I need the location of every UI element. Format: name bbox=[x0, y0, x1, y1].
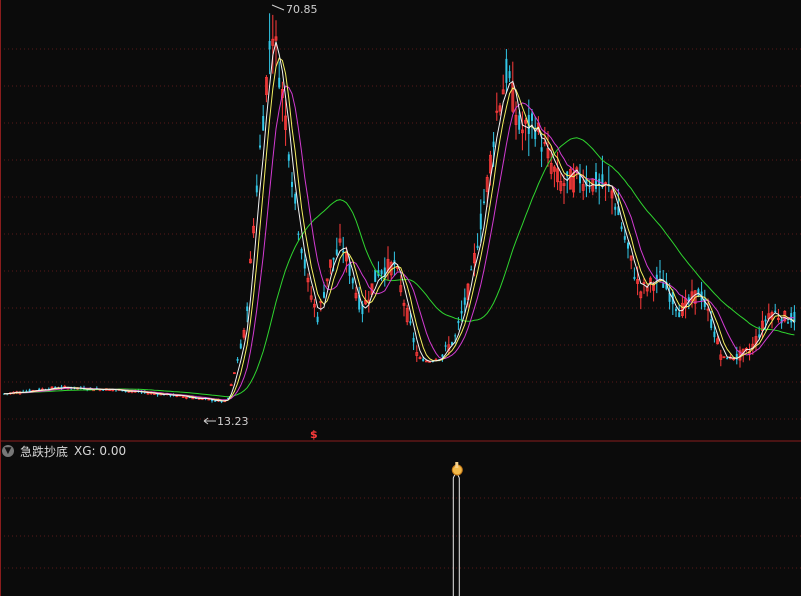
candle-body bbox=[294, 194, 297, 204]
candle-body bbox=[470, 269, 473, 271]
candle-body bbox=[540, 147, 543, 152]
chevron-down-icon[interactable]: ▼ bbox=[2, 445, 14, 457]
candle-body bbox=[492, 141, 495, 148]
candle-body bbox=[291, 181, 293, 187]
candle-body bbox=[374, 269, 377, 282]
candle-body bbox=[323, 292, 325, 298]
candle-body bbox=[463, 297, 466, 305]
candle-body bbox=[620, 226, 623, 230]
candle-body bbox=[764, 319, 767, 322]
indicator-header: ▼ 急跌抄底 XG: 0.00 bbox=[2, 443, 126, 459]
candle-body bbox=[588, 187, 591, 189]
chart-window: 70.85 13.23 $ ▼ 急跌抄底 XG: 0.00 bbox=[0, 0, 801, 596]
candle-body bbox=[787, 322, 789, 324]
candle-body bbox=[297, 233, 300, 235]
ma5-line bbox=[3, 41, 795, 402]
candle-body bbox=[278, 77, 281, 88]
candle-body bbox=[268, 40, 271, 50]
candle-body bbox=[412, 337, 415, 343]
candle-body bbox=[774, 310, 777, 313]
candle-body bbox=[713, 331, 716, 338]
candle-body bbox=[380, 270, 383, 275]
low-price-label: 13.23 bbox=[217, 415, 249, 428]
candle-body bbox=[518, 115, 521, 130]
candle-body bbox=[454, 335, 457, 337]
candle-body bbox=[505, 58, 508, 83]
candle-body bbox=[678, 312, 681, 318]
candle-body bbox=[457, 320, 460, 324]
candle-body bbox=[601, 174, 604, 187]
candle-body bbox=[659, 271, 661, 273]
indicator-value: XG: 0.00 bbox=[74, 444, 127, 458]
candle-body bbox=[239, 343, 242, 349]
indicator-name: 急跌抄底 bbox=[20, 444, 69, 459]
candle-body bbox=[422, 358, 425, 362]
hand-cursor-finger bbox=[455, 462, 459, 468]
candle-body bbox=[675, 308, 677, 312]
high-marker bbox=[271, 4, 285, 11]
ma10-line bbox=[3, 57, 795, 402]
ma20-line bbox=[3, 85, 795, 401]
candle-body bbox=[627, 242, 629, 249]
candle-body bbox=[246, 306, 249, 311]
candle-body bbox=[255, 185, 258, 193]
candle-body bbox=[508, 71, 511, 79]
candle-body bbox=[335, 249, 338, 255]
candle-body bbox=[351, 278, 354, 284]
candle-body bbox=[262, 116, 265, 131]
candle-body bbox=[287, 154, 290, 161]
candle-body bbox=[726, 357, 729, 360]
candle-body bbox=[303, 259, 306, 269]
candle-body bbox=[479, 213, 482, 230]
candle-body bbox=[633, 276, 636, 280]
signal-marker: $ bbox=[310, 428, 318, 441]
candle-body bbox=[259, 145, 261, 148]
candle-body bbox=[236, 359, 239, 361]
candle-body bbox=[614, 206, 617, 210]
candle-body bbox=[332, 257, 335, 260]
candle-body bbox=[483, 201, 485, 203]
candle-body bbox=[460, 310, 463, 314]
candle-body bbox=[444, 345, 447, 347]
candle-body bbox=[710, 319, 713, 328]
candle-body bbox=[662, 283, 665, 288]
candle-body bbox=[300, 248, 303, 254]
candle-body bbox=[316, 316, 319, 323]
chart-canvas bbox=[0, 0, 801, 596]
high-price-label: 70.85 bbox=[286, 3, 318, 16]
low-marker bbox=[203, 417, 216, 425]
candle-body bbox=[214, 400, 217, 402]
signal-spike bbox=[452, 473, 460, 596]
candle-body bbox=[441, 354, 444, 357]
candle-body bbox=[342, 250, 345, 253]
candle-body bbox=[623, 236, 626, 240]
candle-body bbox=[476, 245, 479, 249]
candle-body bbox=[531, 113, 533, 121]
candle-body bbox=[424, 360, 428, 363]
candle-body bbox=[409, 321, 412, 324]
candle-body bbox=[348, 264, 351, 276]
